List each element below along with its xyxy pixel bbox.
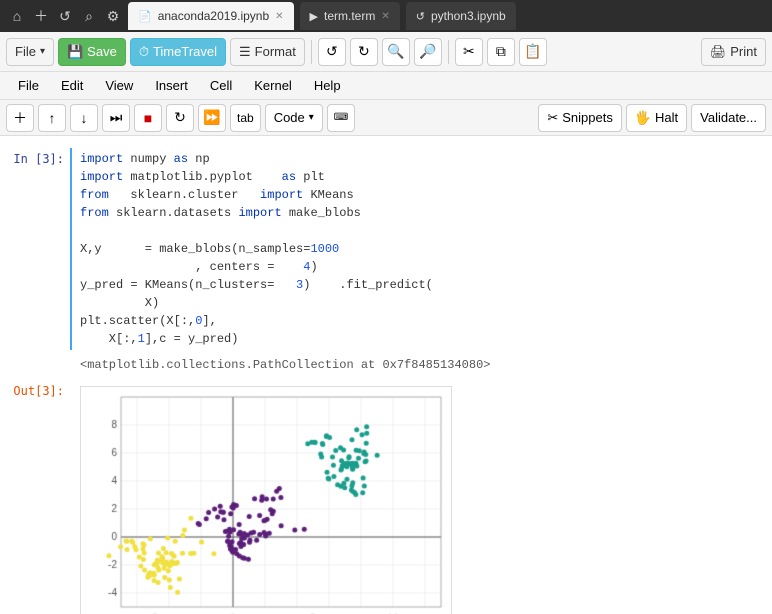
cell-output-text-label	[0, 352, 70, 378]
in3-bracket: In [3]:	[13, 152, 64, 166]
cell-in3: In [3]: import numpy as np import matplo…	[0, 148, 772, 350]
tab-python3-label: python3.ipynb	[431, 9, 506, 23]
redo-toolbar-button[interactable]: ↻	[350, 38, 378, 66]
celltoolbar: ＋ ↑ ↓ ⏭ ■ ↻ ⏩ tab Code ▾ ⌨ ✂ Snippets 🖐 …	[0, 100, 772, 136]
out3-bracket: Out[3]:	[13, 384, 64, 398]
format-icon: ☰	[239, 44, 251, 60]
stop-button[interactable]: ■	[134, 104, 162, 132]
zoom-out-button[interactable]: 🔎	[414, 38, 442, 66]
scatter-plot	[81, 387, 451, 614]
halt-label: Halt	[655, 110, 678, 125]
undo-toolbar-button[interactable]: ↺	[318, 38, 346, 66]
cell-type-label: Code	[274, 110, 305, 125]
menu-insert[interactable]: Insert	[145, 75, 198, 96]
home-icon[interactable]: ⌂	[8, 7, 26, 25]
move-down-button[interactable]: ↓	[70, 104, 98, 132]
cell-out3-label: Out[3]:	[0, 380, 70, 614]
format-label: Format	[255, 44, 296, 59]
menu-file[interactable]: File	[8, 75, 49, 96]
cell-out3: Out[3]:	[0, 380, 772, 614]
separator-1	[311, 40, 312, 64]
tab-term[interactable]: ▶ term.term ✕	[300, 2, 400, 30]
settings-icon[interactable]: ⚙	[104, 7, 122, 25]
tab-term-close[interactable]: ✕	[381, 11, 389, 22]
skip-button[interactable]: ⏭	[102, 104, 130, 132]
save-icon: 💾	[67, 44, 83, 60]
tab-term-label: term.term	[324, 9, 375, 23]
tab-anaconda-close[interactable]: ✕	[275, 11, 283, 22]
new-icon[interactable]: ＋	[32, 7, 50, 25]
menu-edit[interactable]: Edit	[51, 75, 93, 96]
chevron-down-icon: ▾	[40, 46, 45, 57]
plot-container	[80, 386, 452, 614]
file-button[interactable]: File ▾	[6, 38, 54, 66]
cell-type-dropdown[interactable]: Code ▾	[265, 104, 323, 132]
copy-button[interactable]: ⧉	[487, 38, 515, 66]
code-block: import numpy as np import matplotlib.pyp…	[80, 150, 772, 348]
tab-python3[interactable]: ↺ python3.ipynb	[406, 2, 516, 30]
undo-icon[interactable]: ↺	[56, 7, 74, 25]
snippets-button[interactable]: ✂ Snippets	[538, 104, 622, 132]
save-button[interactable]: 💾 Save	[58, 38, 126, 66]
tab-anaconda-label: anaconda2019.ipynb	[158, 9, 269, 23]
separator-2	[448, 40, 449, 64]
cell-out3-content	[70, 380, 772, 614]
tab-button[interactable]: tab	[230, 104, 261, 132]
cut-button[interactable]: ✂	[455, 38, 483, 66]
validate-button[interactable]: Validate...	[691, 104, 766, 132]
cell-in3-label: In [3]:	[0, 148, 70, 350]
cell-in3-content[interactable]: import numpy as np import matplotlib.pyp…	[70, 148, 772, 350]
print-button[interactable]: 🖨 Print	[701, 38, 766, 66]
validate-label: Validate...	[700, 110, 757, 125]
titlebar: ⌂ ＋ ↺ ⌕ ⚙ 📄 anaconda2019.ipynb ✕ ▶ term.…	[0, 0, 772, 32]
move-up-button[interactable]: ↑	[38, 104, 66, 132]
menu-view[interactable]: View	[95, 75, 143, 96]
timetravel-button[interactable]: ⏱ TimeTravel	[130, 38, 226, 66]
snippets-label: Snippets	[562, 110, 613, 125]
refresh-button[interactable]: ↻	[166, 104, 194, 132]
timetravel-label: TimeTravel	[153, 44, 217, 59]
output-text-value: <matplotlib.collections.PathCollection a…	[80, 354, 772, 376]
paste-button[interactable]: 📋	[519, 38, 547, 66]
search-icon[interactable]: ⌕	[80, 7, 98, 25]
halt-icon: 🖐	[635, 110, 651, 126]
fast-forward-button[interactable]: ⏩	[198, 104, 226, 132]
print-label: Print	[730, 44, 757, 59]
keyboard-button[interactable]: ⌨	[327, 104, 355, 132]
search-toolbar-button[interactable]: 🔍	[382, 38, 410, 66]
save-label: Save	[87, 44, 117, 59]
cell-output-text: <matplotlib.collections.PathCollection a…	[0, 352, 772, 378]
notebook: In [3]: import numpy as np import matplo…	[0, 136, 772, 614]
snippets-icon: ✂	[547, 110, 558, 126]
halt-button[interactable]: 🖐 Halt	[626, 104, 687, 132]
menu-help[interactable]: Help	[304, 75, 351, 96]
tab-anaconda[interactable]: 📄 anaconda2019.ipynb ✕	[128, 2, 294, 30]
menubar: File Edit View Insert Cell Kernel Help	[0, 72, 772, 100]
toolbar: File ▾ 💾 Save ⏱ TimeTravel ☰ Format ↺ ↻ …	[0, 32, 772, 72]
timetravel-icon: ⏱	[139, 44, 149, 60]
format-button[interactable]: ☰ Format	[230, 38, 305, 66]
print-icon: 🖨	[710, 44, 727, 60]
add-cell-button[interactable]: ＋	[6, 104, 34, 132]
file-label: File	[15, 44, 36, 59]
menu-kernel[interactable]: Kernel	[244, 75, 302, 96]
cell-output-text-content: <matplotlib.collections.PathCollection a…	[70, 352, 772, 378]
menu-cell[interactable]: Cell	[200, 75, 242, 96]
chevron-dropdown-icon: ▾	[309, 112, 314, 123]
